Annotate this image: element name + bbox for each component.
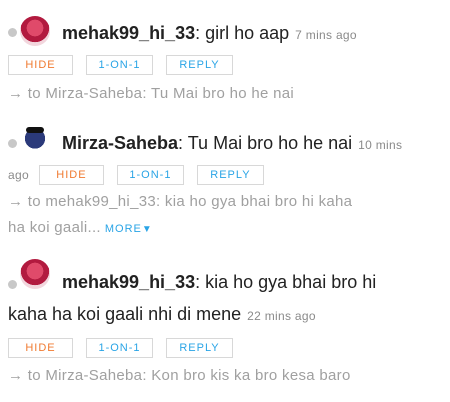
timestamp-continued: ago <box>8 168 29 182</box>
comment-text-continued: kaha ha koi gaali nhi di mene 22 mins ago <box>8 302 316 328</box>
action-bar: HIDE 1-ON-1 REPLY <box>8 338 246 358</box>
action-bar: HIDE 1-ON-1 REPLY <box>8 55 246 75</box>
username[interactable]: Mirza-Saheba <box>62 133 178 153</box>
reply-context-text: ha koi gaali... <box>8 219 101 236</box>
reply-context[interactable]: → to Mirza-Saheba: Tu Mai bro ho he nai <box>8 83 294 105</box>
reply-context[interactable]: → to mehak99_hi_33: kia ho gya bhai bro … <box>8 191 352 213</box>
online-status-dot <box>8 280 17 289</box>
reply-button[interactable]: REPLY <box>166 55 233 75</box>
comment-footer: ago HIDE 1-ON-1 REPLY <box>8 163 277 187</box>
comment-text: Tu Mai bro ho he nai <box>187 133 353 153</box>
username[interactable]: mehak99_hi_33 <box>62 272 195 292</box>
comment-header: Mirza-Saheba: Tu Mai bro ho he nai 10 min… <box>62 131 402 157</box>
avatar[interactable] <box>20 125 50 155</box>
one-on-one-button[interactable]: 1-ON-1 <box>86 55 153 75</box>
more-link[interactable]: MORE <box>105 223 142 235</box>
reply-button[interactable]: REPLY <box>196 165 264 185</box>
colon: : <box>195 23 206 43</box>
hide-button[interactable]: HIDE <box>38 165 104 185</box>
one-on-one-button[interactable]: 1-ON-1 <box>86 338 153 358</box>
colon: : <box>195 272 206 292</box>
one-on-one-button[interactable]: 1-ON-1 <box>116 165 184 185</box>
comment-header: mehak99_hi_33: kia ho gya bhai bro hi <box>62 270 376 294</box>
comment-header: mehak99_hi_33: girl ho aap 7 mins ago <box>62 21 357 47</box>
hide-button[interactable]: HIDE <box>8 55 73 75</box>
reply-context-continued[interactable]: ha koi gaali... MORE▼ <box>8 217 152 241</box>
reply-button[interactable]: REPLY <box>166 338 233 358</box>
avatar[interactable] <box>20 16 50 46</box>
timestamp: 10 mins <box>358 138 403 152</box>
reply-context[interactable]: → to Mirza-Saheba: Kon bro kis ka bro ke… <box>8 365 351 387</box>
comment-text: kia ho gya bhai bro hi <box>205 272 377 292</box>
comment-text: girl ho aap <box>205 23 290 43</box>
expand-arrow-icon[interactable]: ▼ <box>142 224 152 235</box>
hide-button[interactable]: HIDE <box>8 338 73 358</box>
avatar[interactable] <box>20 259 50 289</box>
username[interactable]: mehak99_hi_33 <box>62 23 195 43</box>
online-status-dot <box>8 28 17 37</box>
colon: : <box>178 133 188 153</box>
comment-text: kaha ha koi gaali nhi di mene <box>8 304 242 324</box>
online-status-dot <box>8 139 17 148</box>
timestamp: 7 mins ago <box>295 28 357 42</box>
timestamp: 22 mins ago <box>247 309 316 323</box>
